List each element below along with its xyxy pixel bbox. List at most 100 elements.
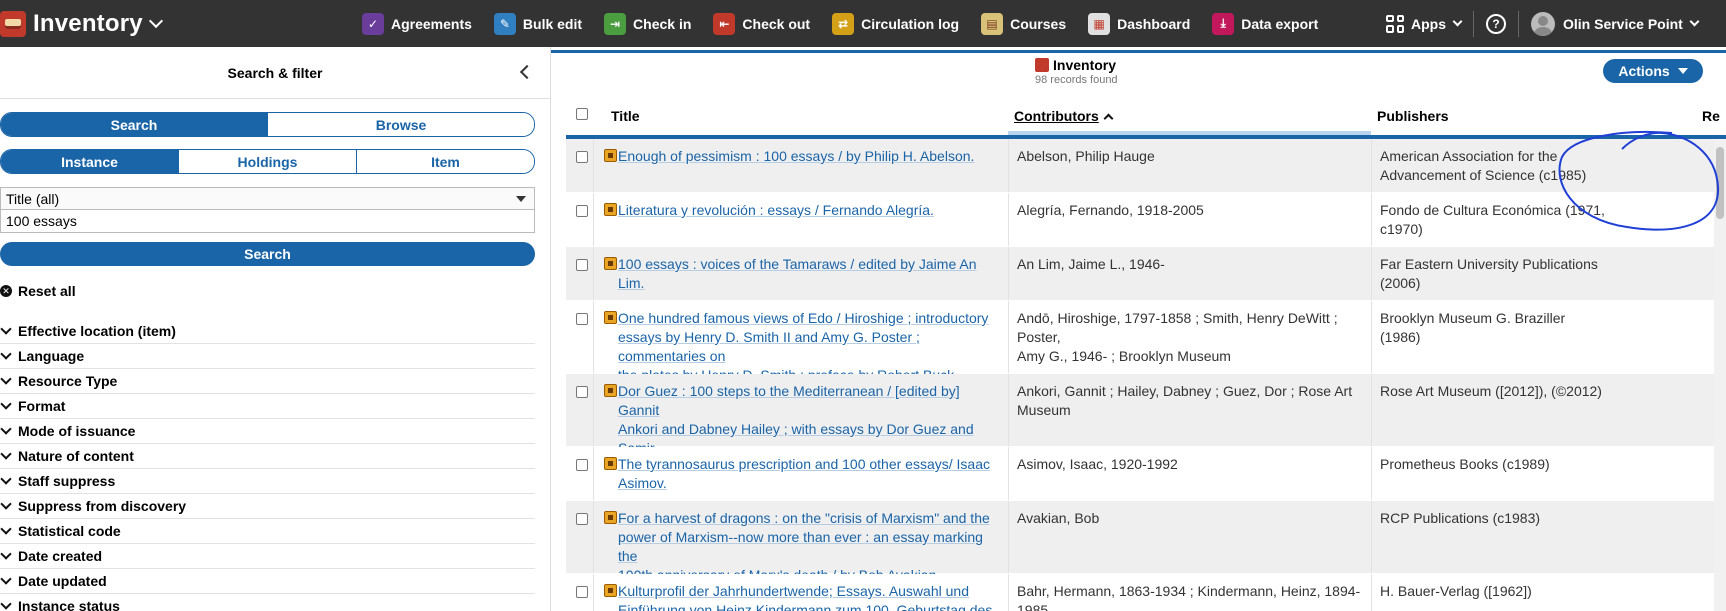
facet-staff-suppress[interactable]: Staff suppress — [0, 469, 535, 494]
publishers-cell-line: Brooklyn Museum G. Braziller — [1380, 310, 1566, 326]
title-link-line[interactable]: Asimov. — [618, 474, 1003, 493]
facet-statistical-code[interactable]: Statistical code — [0, 519, 535, 544]
table-row[interactable]: 100 essays : voices of the Tamaraws / ed… — [566, 247, 1726, 301]
title-link[interactable]: Kulturprofil der Jahrhundertwende; Essay… — [618, 582, 1003, 611]
title-link[interactable]: Enough of pessimism : 100 essays / by Ph… — [618, 147, 1003, 166]
nav-app-dashboard[interactable]: ▦ Dashboard — [1088, 12, 1190, 35]
table-row[interactable]: For a harvest of dragons : on the "crisi… — [566, 501, 1726, 583]
nav-app-bulk-edit[interactable]: ✎ Bulk edit — [493, 12, 582, 35]
publishers-cell-line: Far Eastern University Publications — [1380, 256, 1598, 272]
table-row[interactable]: Dor Guez : 100 steps to the Mediterranea… — [566, 374, 1726, 475]
column-header-relation[interactable]: Re — [1702, 108, 1720, 124]
actions-button[interactable]: Actions — [1603, 59, 1703, 83]
segment-instance[interactable]: Instance — [1, 150, 179, 173]
scrollbar[interactable] — [1714, 139, 1726, 611]
facet-language[interactable]: Language — [0, 344, 535, 369]
user-profile-menu[interactable]: Olin Service Point — [1531, 11, 1700, 36]
app-nav-list: ✓ Agreements ✎ Bulk edit ⇥ Check in ⇤ Ch… — [362, 0, 1340, 47]
title-link-line[interactable]: The tyrannosaurus prescription and 100 o… — [618, 455, 1003, 474]
facet-date-updated[interactable]: Date updated — [0, 569, 535, 594]
row-select-checkbox[interactable] — [576, 586, 588, 598]
nav-app-data-export[interactable]: ⤓ Data export — [1212, 12, 1319, 35]
title-link-line[interactable]: Kulturprofil der Jahrhundertwende; Essay… — [618, 582, 1003, 601]
contributors-cell: Andō, Hiroshige, 1797-1858 ; Smith, Henr… — [1017, 309, 1372, 366]
title-link[interactable]: 100 essays : voices of the Tamaraws / ed… — [618, 255, 1003, 293]
table-row[interactable]: Enough of pessimism : 100 essays / by Ph… — [566, 139, 1726, 193]
column-divider — [1008, 193, 1009, 246]
table-row[interactable]: Kulturprofil der Jahrhundertwende; Essay… — [566, 574, 1726, 611]
nav-app-courses[interactable]: ▤ Courses — [981, 12, 1066, 35]
segment-item[interactable]: Item — [357, 150, 534, 173]
scrollbar-thumb[interactable] — [1716, 147, 1724, 219]
facet-resource-type[interactable]: Resource Type — [0, 369, 535, 394]
title-link-line[interactable]: One hundred famous views of Edo / Hirosh… — [618, 309, 1003, 328]
facet-label: Instance status — [18, 598, 120, 611]
nav-app-check-in[interactable]: ⇥ Check in — [604, 12, 692, 35]
contributors-cell-line: Ankori, Gannit ; Hailey, Dabney ; Guez, … — [1017, 383, 1353, 399]
collapse-pane-icon[interactable] — [519, 64, 535, 80]
title-link-line[interactable]: 100 essays : voices of the Tamaraws / ed… — [618, 255, 1003, 293]
title-link[interactable]: The tyrannosaurus prescription and 100 o… — [618, 455, 1003, 493]
facet-instance-status[interactable]: Instance status — [0, 594, 535, 611]
select-all-checkbox[interactable] — [576, 108, 588, 120]
row-select-checkbox[interactable] — [576, 459, 588, 471]
title-link[interactable]: Literatura y revolución : essays / Ferna… — [618, 201, 1003, 220]
nav-app-agreements[interactable]: ✓ Agreements — [362, 12, 472, 35]
tab-browse[interactable]: Browse — [268, 113, 534, 136]
reset-all-button[interactable]: ✕ Reset all — [0, 283, 76, 299]
publishers-cell: Brooklyn Museum G. Braziller (1986) — [1380, 309, 1720, 347]
column-header-contributors[interactable]: Contributors — [1014, 108, 1114, 124]
tab-search[interactable]: Search — [1, 113, 268, 136]
publishers-cell: H. Bauer-Verlag ([1962]) — [1380, 582, 1720, 601]
title-link-line[interactable]: Literatura y revolución : essays / Ferna… — [618, 201, 1003, 220]
search-input[interactable]: 100 essays — [0, 210, 535, 233]
nav-right-group: Apps ? Olin Service Point — [1386, 0, 1700, 47]
segment-holdings[interactable]: Holdings — [179, 150, 357, 173]
search-index-select[interactable]: Title (all) — [0, 187, 535, 210]
row-select-checkbox[interactable] — [576, 205, 588, 217]
nav-app-circulation-log[interactable]: ⇄ Circulation log — [832, 12, 959, 35]
title-link-line[interactable]: For a harvest of dragons : on the "crisi… — [618, 509, 1003, 528]
facet-mode-of-issuance[interactable]: Mode of issuance — [0, 419, 535, 444]
title-link-line[interactable]: Einführung von Heinz Kindermann zum 100.… — [618, 601, 1003, 611]
search-button[interactable]: Search — [0, 242, 535, 266]
help-icon[interactable]: ? — [1486, 13, 1506, 34]
facet-date-created[interactable]: Date created — [0, 544, 535, 569]
divider — [1518, 10, 1519, 37]
publishers-cell-line: c1970) — [1380, 221, 1423, 237]
caret-down-icon — [1677, 68, 1688, 74]
row-select-checkbox[interactable] — [576, 151, 588, 163]
app-switcher[interactable]: Inventory — [0, 0, 163, 47]
title-link-line[interactable]: essays by Henry D. Smith II and Amy G. P… — [618, 328, 1003, 366]
nav-app-check-out[interactable]: ⇤ Check out — [713, 12, 810, 35]
title-link-line[interactable]: power of Marxism--now more than ever : a… — [618, 528, 1003, 566]
facet-effective-location[interactable]: Effective location (item) — [0, 319, 535, 344]
title-link-line[interactable]: Dor Guez : 100 steps to the Mediterranea… — [618, 382, 1003, 420]
column-header-publishers[interactable]: Publishers — [1377, 108, 1449, 124]
chevron-down-icon — [0, 398, 12, 410]
chevron-down-icon — [1452, 16, 1463, 27]
table-row[interactable]: Literatura y revolución : essays / Ferna… — [566, 193, 1726, 247]
contributors-cell-line: Andō, Hiroshige, 1797-1858 ; Smith, Henr… — [1017, 310, 1338, 345]
nav-app-label: Data export — [1241, 15, 1319, 32]
table-row[interactable]: The tyrannosaurus prescription and 100 o… — [566, 447, 1726, 501]
apps-menu-button[interactable]: Apps — [1386, 14, 1463, 33]
row-select-checkbox[interactable] — [576, 259, 588, 271]
table-row[interactable]: One hundred famous views of Edo / Hirosh… — [566, 301, 1726, 383]
facet-nature-of-content[interactable]: Nature of content — [0, 444, 535, 469]
row-select-checkbox[interactable] — [576, 513, 588, 525]
contributors-cell: Alegría, Fernando, 1918-2005 — [1017, 201, 1372, 220]
nav-app-label: Check in — [633, 15, 692, 32]
facet-suppress-from-discovery[interactable]: Suppress from discovery — [0, 494, 535, 519]
reset-all-label: Reset all — [18, 283, 76, 299]
column-header-title[interactable]: Title — [611, 108, 640, 124]
instance-record-icon — [604, 203, 617, 216]
row-select-checkbox[interactable] — [576, 313, 588, 325]
column-header-label: Contributors — [1014, 108, 1099, 124]
row-select-checkbox[interactable] — [576, 386, 588, 398]
divider — [1473, 10, 1474, 37]
contributors-cell-line: Bahr, Hermann, 1863-1934 ; Kindermann, H… — [1017, 583, 1361, 611]
chevron-down-icon — [0, 548, 12, 560]
title-link-line[interactable]: Enough of pessimism : 100 essays / by Ph… — [618, 147, 1003, 166]
facet-format[interactable]: Format — [0, 394, 535, 419]
